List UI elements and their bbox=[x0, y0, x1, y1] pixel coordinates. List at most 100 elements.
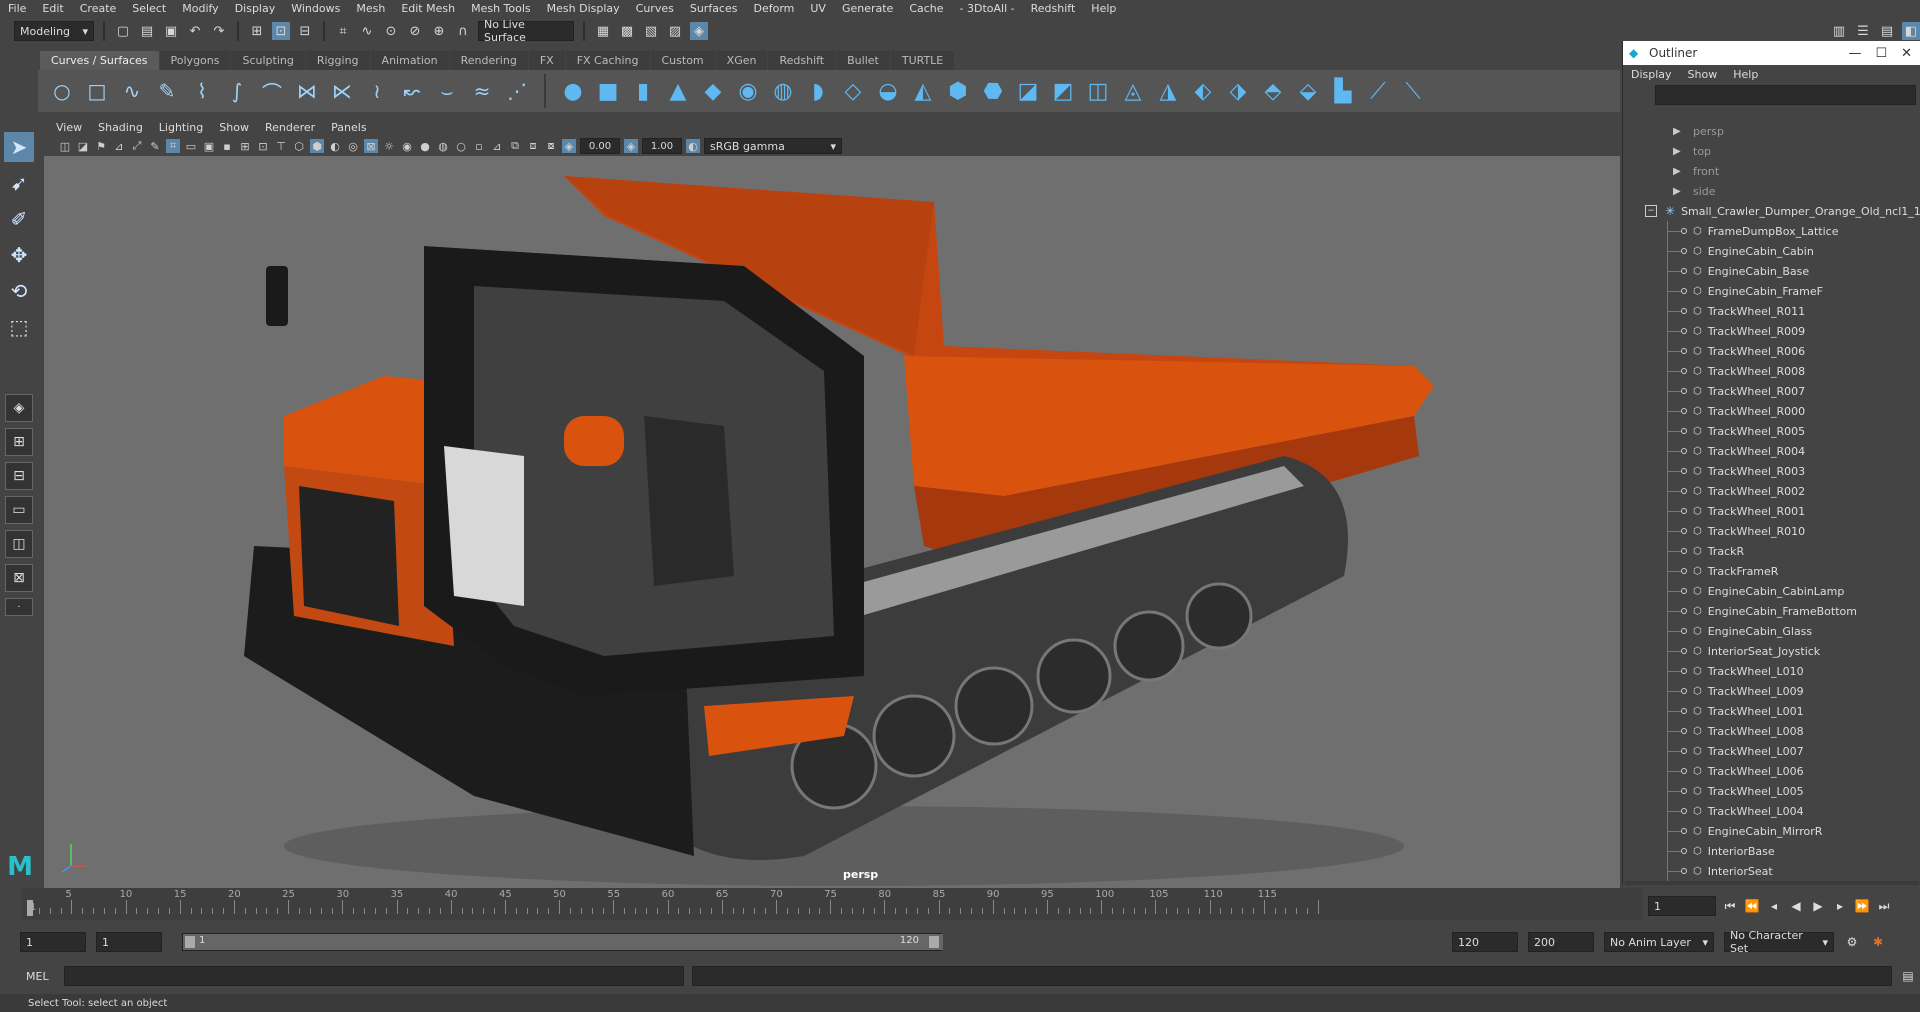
shelf-tab-sculpting[interactable]: Sculpting bbox=[231, 51, 305, 70]
go-to-start-icon[interactable]: ⏮ bbox=[1722, 898, 1738, 914]
expand-dot-icon[interactable] bbox=[1681, 508, 1687, 514]
step-forward-frame-icon[interactable]: ▸ bbox=[1832, 898, 1848, 914]
outliner-menu-help[interactable]: Help bbox=[1733, 68, 1758, 81]
2d-pan-zoom-icon[interactable]: ⤢ bbox=[130, 139, 144, 153]
play-forwards-icon[interactable]: ▶ bbox=[1810, 898, 1826, 914]
outliner-mesh-item[interactable]: ⬡ TrackWheel_L004 bbox=[1623, 801, 1920, 821]
outliner-mesh-item[interactable]: ⬡ TrackWheel_R008 bbox=[1623, 361, 1920, 381]
hypershade-layout-icon[interactable]: ⊠ bbox=[5, 564, 33, 592]
paint-select-icon[interactable]: ✐ bbox=[4, 204, 34, 234]
nurbs-sphere-icon[interactable]: ● bbox=[559, 77, 587, 105]
outliner-toggle-icon[interactable]: ◧ bbox=[1902, 22, 1920, 40]
sculpt-geometry-icon[interactable]: ⟍ bbox=[1399, 77, 1427, 105]
expand-dot-icon[interactable] bbox=[1681, 288, 1687, 294]
close-icon[interactable]: ✕ bbox=[1901, 46, 1912, 61]
outliner-mesh-item[interactable]: ⬡ TrackWheel_R004 bbox=[1623, 441, 1920, 461]
animation-start-field[interactable]: 1 bbox=[20, 932, 86, 952]
shelf-tab-redshift[interactable]: Redshift bbox=[768, 51, 836, 70]
exposure-toggle-icon[interactable]: ◈ bbox=[562, 139, 576, 153]
gamma-toggle-icon[interactable]: ◈ bbox=[624, 139, 638, 153]
nurbs-cylinder-icon[interactable]: ▮ bbox=[629, 77, 657, 105]
viewport-menu-renderer[interactable]: Renderer bbox=[257, 121, 323, 134]
expand-dot-icon[interactable] bbox=[1681, 708, 1687, 714]
nurbs-plane-icon[interactable]: ◆ bbox=[699, 77, 727, 105]
snap-point-icon[interactable]: ⊙ bbox=[382, 22, 400, 40]
anti-aliasing-icon[interactable]: ○ bbox=[454, 139, 468, 153]
field-chart-icon[interactable]: ⊞ bbox=[238, 139, 252, 153]
bookmark-icon[interactable]: ⚑ bbox=[94, 139, 108, 153]
outliner-menu-display[interactable]: Display bbox=[1631, 68, 1672, 81]
attach-curves-icon[interactable]: ⋈ bbox=[293, 77, 321, 105]
save-scene-icon[interactable]: ▣ bbox=[162, 22, 180, 40]
expand-dot-icon[interactable] bbox=[1681, 348, 1687, 354]
depth-of-field-icon[interactable]: ▫ bbox=[472, 139, 486, 153]
scale-tool-icon[interactable]: ⬚ bbox=[4, 312, 34, 342]
auto-key-icon[interactable]: ✱ bbox=[1870, 934, 1886, 950]
expand-dot-icon[interactable] bbox=[1681, 568, 1687, 574]
outliner-root-group[interactable]: − ✳ Small_Crawler_Dumper_Orange_Old_ncl1_1 bbox=[1623, 201, 1920, 221]
extrude-icon[interactable]: ◒ bbox=[874, 77, 902, 105]
outliner-mesh-item[interactable]: ⬡ EngineCabin_FrameF bbox=[1623, 281, 1920, 301]
outliner-mesh-item[interactable]: ⬡ TrackR bbox=[1623, 541, 1920, 561]
shelf-tab-animation[interactable]: Animation bbox=[370, 51, 449, 70]
shelf-tab-custom[interactable]: Custom bbox=[650, 51, 715, 70]
outliner-mesh-item[interactable]: ⬡ FrameDumpBox_Lattice bbox=[1623, 221, 1920, 241]
outliner-mesh-item[interactable]: ⬡ TrackWheel_L010 bbox=[1623, 661, 1920, 681]
square-surface-icon[interactable]: ⬣ bbox=[979, 77, 1007, 105]
untrim-icon[interactable]: ◮ bbox=[1154, 77, 1182, 105]
expand-dot-icon[interactable] bbox=[1681, 448, 1687, 454]
motion-blur-icon[interactable]: ◍ bbox=[436, 139, 450, 153]
outliner-mesh-item[interactable]: ⬡ TrackWheel_R005 bbox=[1623, 421, 1920, 441]
outliner-mesh-item[interactable]: ⬡ TrackWheel_R006 bbox=[1623, 341, 1920, 361]
extend-surface-icon[interactable]: ⬖ bbox=[1189, 77, 1217, 105]
lasso-tool-icon[interactable]: ➹ bbox=[4, 168, 34, 198]
menu-select[interactable]: Select bbox=[124, 2, 174, 15]
outliner-camera-item[interactable]: ▶ persp bbox=[1623, 121, 1920, 141]
outliner-horizontal-scrollbar[interactable] bbox=[1625, 881, 1919, 885]
menu-generate[interactable]: Generate bbox=[834, 2, 901, 15]
outliner-mesh-item[interactable]: ⬡ TrackWheel_R011 bbox=[1623, 301, 1920, 321]
xray-icon[interactable]: ⧉ bbox=[508, 139, 522, 153]
outliner-mesh-item[interactable]: ⬡ TrackWheel_L009 bbox=[1623, 681, 1920, 701]
go-to-end-icon[interactable]: ⏭ bbox=[1876, 898, 1892, 914]
select-object-icon[interactable]: ⊡ bbox=[272, 22, 290, 40]
outliner-mesh-item[interactable]: ⬡ TrackWheel_L006 bbox=[1623, 761, 1920, 781]
fillet-curve-icon[interactable]: ⌣ bbox=[433, 77, 461, 105]
expand-dot-icon[interactable] bbox=[1681, 788, 1687, 794]
expand-dot-icon[interactable] bbox=[1681, 488, 1687, 494]
insert-isoparm-icon[interactable]: ⬗ bbox=[1224, 77, 1252, 105]
intersect-surface-icon[interactable]: ◩ bbox=[1049, 77, 1077, 105]
nurbs-torus-icon[interactable]: ◉ bbox=[734, 77, 762, 105]
isolate-select-icon[interactable]: ⊿ bbox=[490, 139, 504, 153]
viewport-menu-lighting[interactable]: Lighting bbox=[151, 121, 211, 134]
expand-dot-icon[interactable] bbox=[1681, 528, 1687, 534]
menu-display[interactable]: Display bbox=[227, 2, 284, 15]
ep-curve-icon[interactable]: ⌇ bbox=[188, 77, 216, 105]
menu-redshift[interactable]: Redshift bbox=[1023, 2, 1084, 15]
expand-dot-icon[interactable] bbox=[1681, 368, 1687, 374]
menu-modify[interactable]: Modify bbox=[174, 2, 226, 15]
planar-icon[interactable]: ◇ bbox=[839, 77, 867, 105]
menu-windows[interactable]: Windows bbox=[283, 2, 348, 15]
expand-dot-icon[interactable] bbox=[1681, 728, 1687, 734]
reverse-curve-icon[interactable]: ↜ bbox=[398, 77, 426, 105]
boundary-icon[interactable]: ⬢ bbox=[944, 77, 972, 105]
outliner-mesh-item[interactable]: ⬡ TrackWheel_R009 bbox=[1623, 321, 1920, 341]
menu-file[interactable]: File bbox=[0, 2, 34, 15]
grid-toggle-icon[interactable]: ⌗ bbox=[166, 139, 180, 153]
nurbs-cone-icon[interactable]: ▲ bbox=[664, 77, 692, 105]
range-end-handle[interactable] bbox=[929, 936, 939, 948]
render-frame-icon[interactable]: ▩ bbox=[618, 22, 636, 40]
expand-dot-icon[interactable] bbox=[1681, 388, 1687, 394]
shadows-icon[interactable]: ◉ bbox=[400, 139, 414, 153]
expand-dot-icon[interactable] bbox=[1681, 808, 1687, 814]
step-back-frame-icon[interactable]: ◂ bbox=[1766, 898, 1782, 914]
outliner-mesh-item[interactable]: ⬡ TrackWheel_L007 bbox=[1623, 741, 1920, 761]
outliner-mesh-item[interactable]: ⬡ TrackWheel_L008 bbox=[1623, 721, 1920, 741]
expand-dot-icon[interactable] bbox=[1681, 228, 1687, 234]
redshift-render-icon[interactable]: ◈ bbox=[690, 22, 708, 40]
detach-surfaces-icon[interactable]: ⬙ bbox=[1294, 77, 1322, 105]
undo-icon[interactable]: ↶ bbox=[186, 22, 204, 40]
four-view-layout-icon[interactable]: ⊞ bbox=[5, 428, 33, 456]
outliner-mesh-item[interactable]: ⬡ InteriorSeat bbox=[1623, 861, 1920, 881]
